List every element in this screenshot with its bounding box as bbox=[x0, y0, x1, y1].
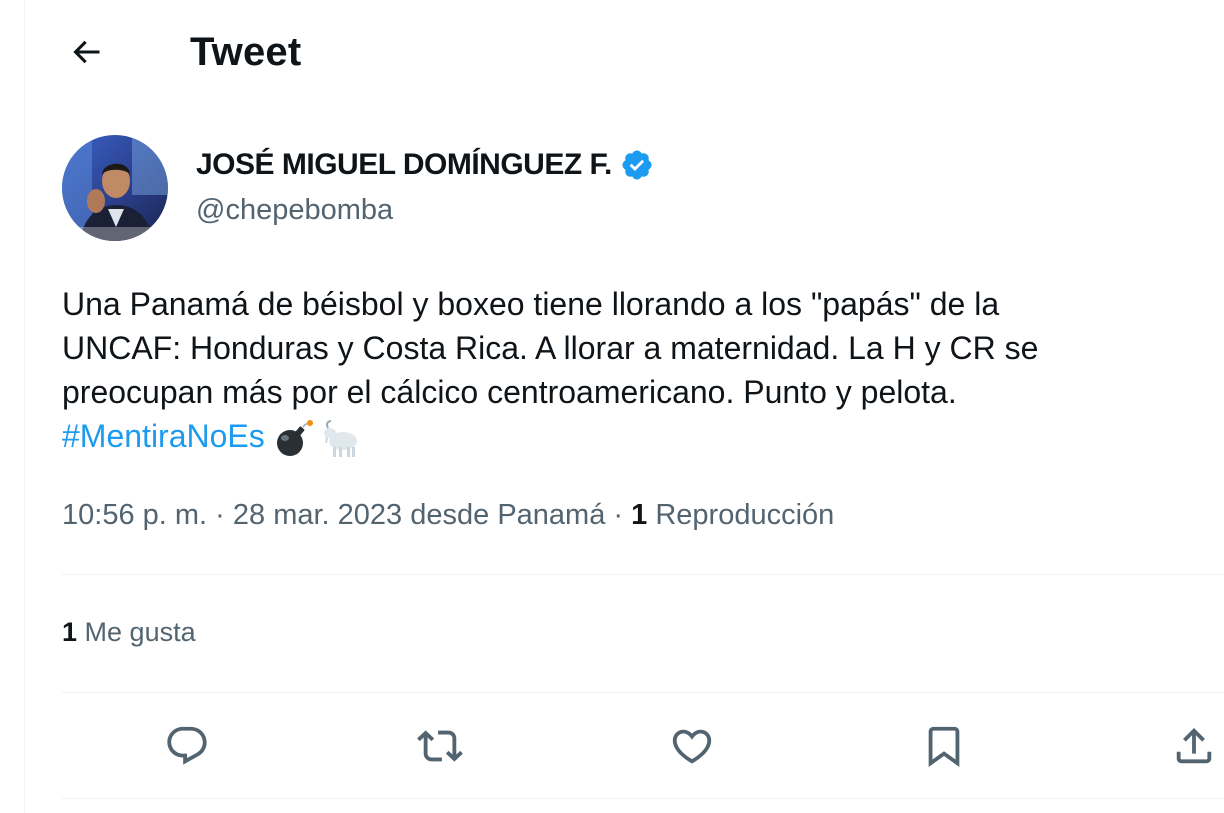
tweet-text-line: UNCAF: Honduras y Costa Rica. A llorar a… bbox=[62, 330, 1039, 366]
bookmark-icon bbox=[928, 726, 960, 767]
meta-separator: · bbox=[215, 499, 225, 531]
tweet-hashtag-line: #MentiraNoEs bbox=[62, 414, 1222, 459]
goat-emoji bbox=[323, 419, 357, 457]
views-count: 1 bbox=[631, 499, 648, 531]
tweet-time[interactable]: 10:56 p. m. bbox=[62, 499, 207, 531]
tweet-location: desde Panamá bbox=[410, 499, 606, 531]
column-border bbox=[24, 0, 25, 813]
tweet-meta: 10:56 p. m. · 28 mar. 2023 desde Panamá … bbox=[62, 496, 834, 534]
share-button[interactable] bbox=[1168, 720, 1220, 772]
likes-stat[interactable]: 1 Me gusta bbox=[62, 614, 196, 650]
page-title: Tweet bbox=[190, 30, 302, 74]
tweet-text-line: Una Panamá de béisbol y boxeo tiene llor… bbox=[62, 286, 1000, 322]
like-button[interactable] bbox=[666, 720, 718, 772]
divider bbox=[62, 692, 1224, 693]
avatar[interactable] bbox=[62, 135, 168, 241]
page-header: Tweet bbox=[0, 0, 1224, 104]
divider bbox=[62, 574, 1224, 575]
views-label: Reproducción bbox=[655, 499, 835, 531]
share-icon bbox=[1176, 727, 1212, 764]
tweet-text: Una Panamá de béisbol y boxeo tiene llor… bbox=[62, 282, 1222, 459]
back-button[interactable] bbox=[62, 28, 110, 76]
retweet-button[interactable] bbox=[414, 720, 466, 772]
reply-button[interactable] bbox=[161, 720, 213, 772]
retweet-icon bbox=[417, 730, 463, 762]
hashtag-link[interactable]: #MentiraNoEs bbox=[62, 418, 265, 454]
arrow-left-icon bbox=[73, 40, 100, 64]
likes-label: Me gusta bbox=[84, 617, 196, 647]
tweet-date[interactable]: 28 mar. 2023 bbox=[233, 499, 402, 531]
author-name: JOSÉ MIGUEL DOMÍNGUEZ F. bbox=[196, 148, 612, 181]
bookmark-button[interactable] bbox=[918, 720, 970, 772]
heart-icon bbox=[672, 729, 712, 764]
tweet-text-line: preocupan más por el cálcico centroameri… bbox=[62, 374, 957, 410]
divider bbox=[62, 798, 1224, 799]
profile-photo bbox=[62, 135, 168, 241]
verified-badge-icon bbox=[622, 150, 652, 180]
bomb-emoji bbox=[276, 419, 313, 456]
reply-icon bbox=[167, 726, 207, 765]
author-handle[interactable]: @chepebomba bbox=[196, 192, 393, 228]
likes-count: 1 bbox=[62, 617, 78, 647]
author-name-row[interactable]: JOSÉ MIGUEL DOMÍNGUEZ F. bbox=[196, 146, 654, 184]
meta-separator: · bbox=[613, 499, 624, 531]
